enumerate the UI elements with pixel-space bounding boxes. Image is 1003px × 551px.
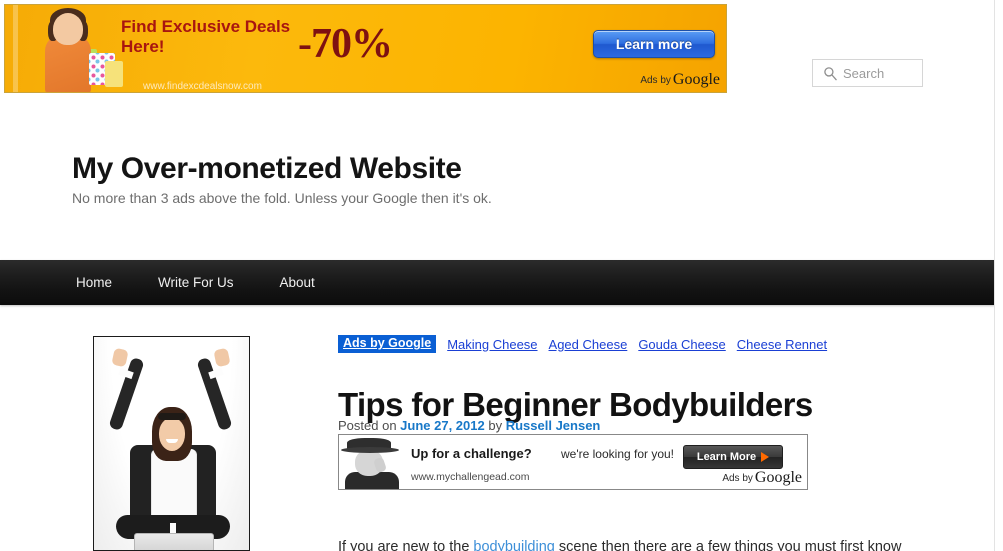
- ad-link-making-cheese[interactable]: Making Cheese: [447, 337, 537, 352]
- google-wordmark: Google: [754, 469, 802, 486]
- top-ad-attribution-prefix: Ads by: [640, 75, 671, 86]
- top-ad-url: www.findexcdealsnow.com: [143, 81, 262, 92]
- in-content-ad-subtext: we're looking for you!: [561, 447, 675, 461]
- in-content-banner-ad[interactable]: Up for a challenge? we're looking for yo…: [338, 434, 808, 490]
- ad-link-aged-cheese[interactable]: Aged Cheese: [549, 337, 628, 352]
- ad-link-cheese-rennet[interactable]: Cheese Rennet: [737, 337, 827, 352]
- in-content-attribution-prefix: Ads by: [722, 473, 753, 484]
- webpage: Find Exclusive Deals Here! -70% www.find…: [0, 0, 1003, 551]
- site-tagline: No more than 3 ads above the fold. Unles…: [72, 190, 492, 206]
- google-ad-links-row: Ads by Google Making Cheese Aged Cheese …: [338, 335, 827, 353]
- top-ad-accent-stripe: [13, 5, 18, 92]
- nav-item-write-for-us[interactable]: Write For Us: [158, 275, 250, 290]
- post-author-link[interactable]: Russell Jensen: [506, 418, 601, 433]
- search-box[interactable]: [812, 59, 923, 87]
- post-meta: Posted on June 27, 2012 by Russell Jense…: [338, 418, 600, 433]
- in-content-ad-photo: [341, 436, 405, 489]
- post-body-paragraph: If you are new to the bodybuilding scene…: [338, 535, 918, 551]
- main-navigation: Home Write For Us About: [0, 260, 995, 305]
- nav-item-list: Home Write For Us About: [76, 260, 331, 305]
- in-content-ad-url: www.mychallengead.com: [411, 471, 530, 483]
- ad-link-gouda-cheese[interactable]: Gouda Cheese: [638, 337, 725, 352]
- sidebar-featured-image: [93, 336, 250, 551]
- ads-by-google-badge[interactable]: Ads by Google: [338, 335, 437, 353]
- top-ad-learn-more-button[interactable]: Learn more: [593, 30, 715, 58]
- in-content-ad-google-attribution: Ads by Google: [722, 469, 802, 487]
- in-content-ad-learn-more-button[interactable]: Learn More: [683, 445, 783, 469]
- bodybuilding-link[interactable]: bodybuilding: [473, 539, 554, 551]
- post-date-link[interactable]: June 27, 2012: [400, 418, 485, 433]
- top-ad-discount: -70%: [298, 21, 393, 67]
- site-title: My Over-monetized Website: [72, 152, 462, 185]
- nav-item-home[interactable]: Home: [76, 275, 128, 290]
- play-arrow-icon: [761, 452, 770, 462]
- search-icon: [821, 64, 839, 82]
- body-text-after-link: scene then there are a few things you mu…: [554, 538, 902, 551]
- in-content-ad-headline: Up for a challenge?: [411, 446, 532, 461]
- in-content-ad-button-label: Learn More: [696, 451, 757, 463]
- post-meta-by: by: [488, 418, 503, 433]
- google-wordmark: Google: [672, 71, 720, 88]
- search-input[interactable]: [841, 64, 919, 82]
- top-ad-headline: Find Exclusive Deals Here!: [121, 17, 291, 56]
- post-meta-posted-on: Posted on: [338, 418, 397, 433]
- top-ad-google-attribution: Ads by Google: [640, 71, 720, 89]
- top-banner-ad[interactable]: Find Exclusive Deals Here! -70% www.find…: [4, 4, 727, 93]
- body-text-before-link: If you are new to the: [338, 538, 474, 551]
- page-right-edge: [994, 0, 1003, 551]
- top-ad-photo: [19, 5, 127, 92]
- nav-item-about[interactable]: About: [280, 275, 331, 290]
